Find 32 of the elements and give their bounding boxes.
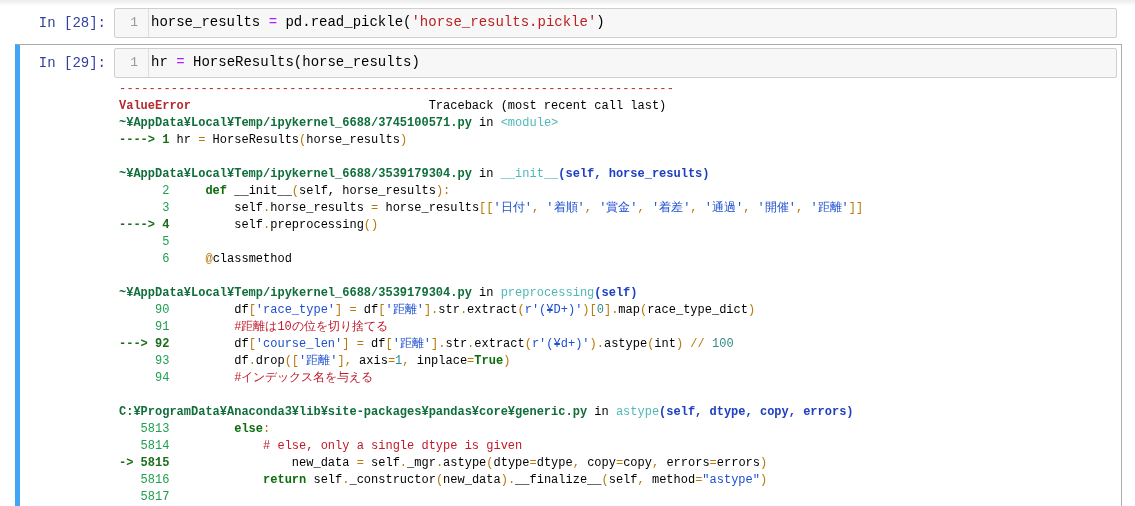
traceback-code-line: 93 df.drop(['距離'], axis=1, inplace=True) <box>154 353 511 370</box>
traceback-code-line: ----> 4 self.preprocessing() <box>119 217 379 234</box>
traceback-rule: --------------------------------------------------------------------------- <box>119 81 675 98</box>
cell-prompt: In [29]: <box>37 54 107 73</box>
traceback-code-line: 5813 else: <box>139 421 271 438</box>
line-number: 1 <box>115 49 149 77</box>
cell-prompt: In [28]: <box>37 14 107 33</box>
traceback-code-line: -> 5815 new_data = self._mgr.astype(dtype=dtype, copy=copy, errors=errors) <box>119 455 768 472</box>
traceback-code-line: 91 #距離は10の位を切り捨てる <box>154 319 388 336</box>
traceback-frame-header: ~¥AppData¥Local¥Temp/ipykernel_6688/3539179304.py in preprocessing(self) <box>119 285 638 302</box>
traceback-code-line: ---> 92 df['course_len'] = df['距離'].str.extract(r'(¥d+)').astype(int) // 100 <box>119 336 734 353</box>
notebook-cell[interactable] <box>15 44 1122 506</box>
notebook-cell[interactable]: In [28]: 1 horse_results = pd.read_pickle('horse_results.pickle') <box>15 4 1122 38</box>
traceback-code-line: 94 #インデックス名を与える <box>154 370 374 387</box>
traceback-code-line: 3 self.horse_results = horse_results[['日付', '着順', '賞金', '着差', '通過', '開催', '距離']] <box>161 200 864 217</box>
error-line: ValueError Traceback (most recent call last) <box>119 98 667 115</box>
traceback-code-line: 5814 # else, only a single dtype is given <box>139 438 523 455</box>
traceback-frame-header: ~¥AppData¥Local¥Temp/ipykernel_6688/3539179304.py in __init__(self, horse_results) <box>119 166 710 183</box>
traceback-code-line: 5816 return self._constructor(new_data).__finalize__(self, method="astype") <box>139 472 768 489</box>
code-editor[interactable]: 1 hr = HorseResults(horse_results) <box>114 48 1117 78</box>
code-line: hr = HorseResults(horse_results) <box>150 53 420 72</box>
code-line: horse_results = pd.read_pickle('horse_results.pickle') <box>150 13 605 32</box>
line-number: 1 <box>115 9 149 37</box>
traceback-code-line: 2 def __init__(self, horse_results): <box>161 183 451 200</box>
traceback-code-line: 6 @classmethod <box>161 251 292 268</box>
traceback-frame-header: C:¥ProgramData¥Anaconda3¥lib¥site-packages¥pandas¥core¥generic.py in astype(self, dtype, copy, errors) <box>119 404 854 421</box>
traceback-code-line: ----> 1 hr = HorseResults(horse_results) <box>119 132 408 149</box>
traceback-frame-header: ~¥AppData¥Local¥Temp/ipykernel_6688/3745100571.py in <module> <box>119 115 559 132</box>
traceback-code-line: 5817 <box>139 489 170 506</box>
traceback-code-line: 90 df['race_type'] = df['距離'].str.extract(r'(¥D+)')[0].map(race_type_dict) <box>154 302 756 319</box>
code-editor[interactable]: 1 horse_results = pd.read_pickle('horse_results.pickle') <box>114 8 1117 38</box>
traceback-code-line: 5 <box>161 234 170 251</box>
